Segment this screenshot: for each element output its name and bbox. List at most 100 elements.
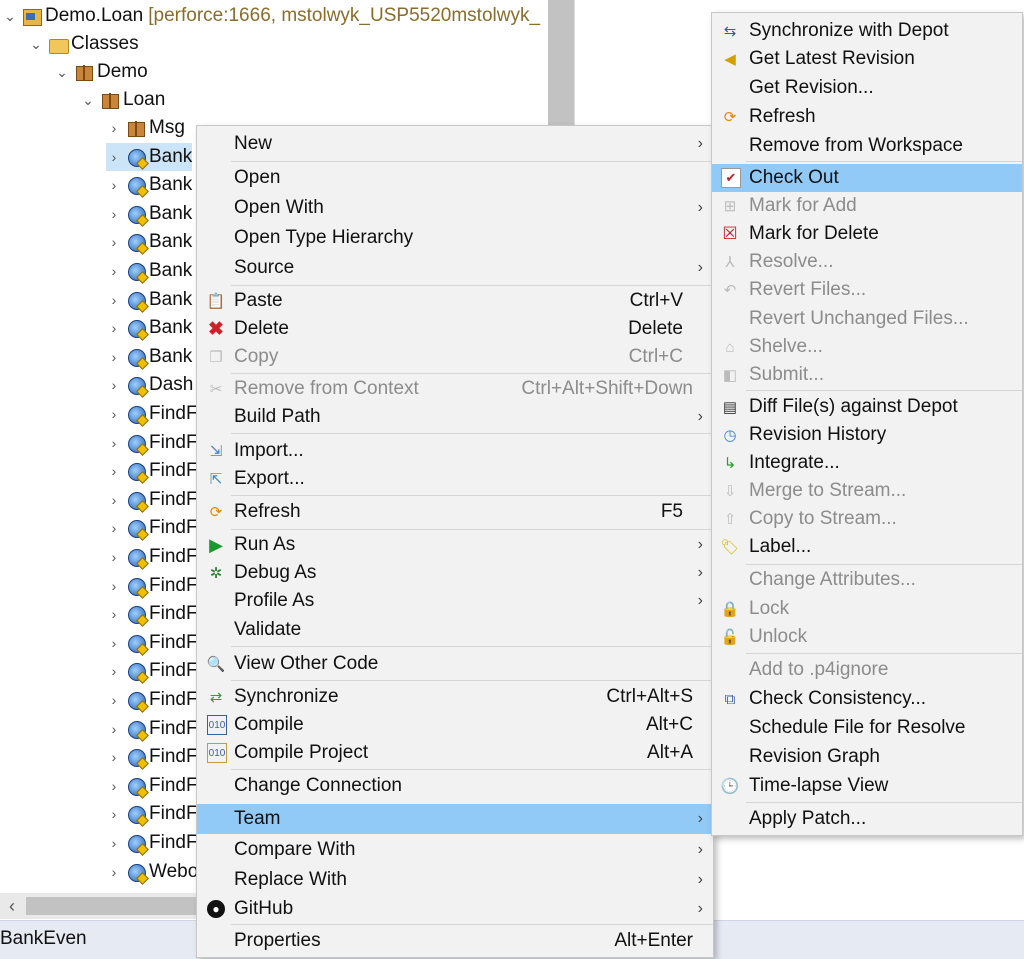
menu-item-mark-for-add[interactable]: ⊞ Mark for Add [712, 192, 1022, 220]
tree-item[interactable]: › FindF [106, 686, 198, 714]
tree-item[interactable]: › Dash [106, 371, 193, 399]
chevron-right-icon[interactable]: › [106, 492, 122, 508]
chevron-right-icon[interactable]: › [106, 263, 122, 279]
menu-item-schedule-file-for-resolve[interactable]: Schedule File for Resolve [712, 714, 1022, 742]
chevron-right-icon[interactable]: › [106, 549, 122, 565]
tree-item[interactable]: › FindF [106, 715, 198, 743]
tree-item[interactable]: › FindF [106, 743, 198, 771]
tree-item[interactable]: › FindF [106, 629, 198, 657]
tree-item[interactable]: › FindF [106, 429, 198, 457]
tree-item[interactable]: › Webo [106, 858, 198, 886]
menu-item-check-out[interactable]: ✔ Check Out [712, 164, 1022, 192]
chevron-down-icon[interactable]: ⌄ [2, 8, 18, 25]
tree-row-loan[interactable]: ⌄ Loan [80, 86, 165, 114]
menu-item-refresh[interactable]: ⟳ Refresh F5 [197, 497, 713, 527]
chevron-right-icon[interactable]: › [106, 606, 122, 622]
chevron-right-icon[interactable]: › [106, 435, 122, 451]
menu-item-revision-history[interactable]: ◷ Revision History [712, 421, 1022, 449]
menu-item-apply-patch[interactable]: Apply Patch... [712, 805, 1022, 833]
tree-item[interactable]: › FindF [106, 400, 198, 428]
menu-item-mark-for-delete[interactable]: ☒ Mark for Delete [712, 220, 1022, 248]
tree-item[interactable]: › FindF [106, 772, 198, 800]
chevron-right-icon[interactable]: › [106, 778, 122, 794]
chevron-right-icon[interactable]: › [106, 578, 122, 594]
chevron-right-icon[interactable]: › [106, 149, 122, 165]
menu-item-properties[interactable]: Properties Alt+Enter [197, 927, 713, 955]
menu-item-resolve[interactable]: ⅄ Resolve... [712, 248, 1022, 276]
menu-item-unlock[interactable]: 🔓 Unlock [712, 623, 1022, 651]
menu-item-check-consistency[interactable]: ⧉ Check Consistency... [712, 685, 1022, 713]
tree-row-project[interactable]: ⌄ Demo.Loan [perforce:1666, mstolwyk_USP… [2, 2, 540, 30]
tree-item[interactable]: › Bank [106, 171, 192, 199]
tree-item[interactable]: › FindF [106, 657, 198, 685]
tree-row-demo[interactable]: ⌄ Demo [54, 58, 148, 86]
chevron-right-icon[interactable]: › [106, 635, 122, 651]
menu-item-shelve[interactable]: ⌂ Shelve... [712, 333, 1022, 361]
tree-item[interactable]: › FindF [106, 486, 198, 514]
menu-item-source[interactable]: Source › [197, 253, 713, 283]
chevron-down-icon[interactable]: ⌄ [80, 92, 96, 109]
menu-item-revert-files[interactable]: ↶ Revert Files... [712, 276, 1022, 304]
menu-item-diff-against-depot[interactable]: ▤ Diff File(s) against Depot [712, 393, 1022, 421]
menu-item-add-to-p4ignore[interactable]: Add to .p4ignore [712, 656, 1022, 684]
tree-item[interactable]: › FindF [106, 514, 198, 542]
menu-item-import[interactable]: ⇲ Import... [197, 437, 713, 465]
menu-item-get-revision[interactable]: Get Revision... [712, 73, 1022, 102]
menu-item-remove-from-workspace[interactable]: Remove from Workspace [712, 131, 1022, 160]
tree-item[interactable]: › Bank [106, 314, 192, 342]
menu-item-remove-from-context[interactable]: ✂ Remove from Context Ctrl+Alt+Shift+Down [197, 375, 713, 403]
chevron-right-icon[interactable]: › [106, 177, 122, 193]
menu-item-refresh[interactable]: ⟳ Refresh [712, 102, 1022, 131]
menu-item-replace-with[interactable]: Replace With › [197, 865, 713, 895]
menu-item-integrate[interactable]: ↳ Integrate... [712, 449, 1022, 477]
menu-item-submit[interactable]: ◧ Submit... [712, 361, 1022, 389]
menu-item-export[interactable]: ⇱ Export... [197, 465, 713, 493]
tree-row-classes[interactable]: ⌄ Classes [28, 30, 139, 58]
tree-item[interactable]: › FindF [106, 800, 198, 828]
menu-item-paste[interactable]: 📋 Paste Ctrl+V [197, 287, 713, 315]
chevron-right-icon[interactable]: › [106, 806, 122, 822]
menu-item-copy[interactable]: ❐ Copy Ctrl+C [197, 343, 713, 371]
chevron-right-icon[interactable]: › [106, 520, 122, 536]
tree-item[interactable]: › Bank [106, 142, 193, 171]
chevron-down-icon[interactable]: ⌄ [54, 64, 70, 81]
tree-item[interactable]: › Bank [106, 257, 192, 285]
chevron-right-icon[interactable]: › [106, 349, 122, 365]
tree-item[interactable]: › FindF [106, 829, 198, 857]
chevron-right-icon[interactable]: › [106, 120, 122, 136]
menu-item-build-path[interactable]: Build Path › [197, 403, 713, 431]
menu-item-github[interactable]: ● GitHub › [197, 895, 713, 923]
menu-item-delete[interactable]: ✖ Delete Delete [197, 315, 713, 343]
chevron-right-icon[interactable]: › [106, 864, 122, 880]
menu-item-profile-as[interactable]: Profile As › [197, 587, 713, 615]
vertical-scrollbar-thumb[interactable] [548, 0, 574, 128]
menu-item-time-lapse-view[interactable]: 🕒 Time-lapse View [712, 772, 1022, 800]
chevron-right-icon[interactable]: › [106, 406, 122, 422]
chevron-down-icon[interactable]: ⌄ [28, 36, 44, 53]
tree-item[interactable]: › FindF [106, 572, 198, 600]
tree-item[interactable]: › Bank [106, 343, 192, 371]
menu-item-open-type-hierarchy[interactable]: Open Type Hierarchy [197, 223, 713, 253]
menu-item-get-latest-revision[interactable]: ◀ Get Latest Revision [712, 45, 1022, 73]
menu-item-view-other-code[interactable]: 🔍 View Other Code [197, 650, 713, 678]
menu-item-lock[interactable]: 🔒 Lock [712, 595, 1022, 623]
menu-item-compile[interactable]: 010 Compile Alt+C [197, 711, 713, 739]
menu-item-copy-to-stream[interactable]: ⇧ Copy to Stream... [712, 505, 1022, 533]
chevron-right-icon[interactable]: › [106, 206, 122, 222]
tree-item[interactable]: › FindF [106, 600, 198, 628]
tree-item[interactable]: › FindF [106, 543, 198, 571]
chevron-right-icon[interactable]: › [106, 292, 122, 308]
tree-item[interactable]: › Msg [106, 114, 185, 142]
menu-item-validate[interactable]: Validate [197, 616, 713, 644]
menu-item-compile-project[interactable]: 010 Compile Project Alt+A [197, 739, 713, 767]
menu-item-synchronize-with-depot[interactable]: ⇆ Synchronize with Depot [712, 16, 1022, 45]
scroll-left-arrow-icon[interactable]: ‹ [0, 893, 24, 919]
menu-item-compare-with[interactable]: Compare With › [197, 835, 713, 865]
menu-item-open-with[interactable]: Open With › [197, 193, 713, 223]
tree-item[interactable]: › Bank [106, 228, 192, 256]
chevron-right-icon[interactable]: › [106, 749, 122, 765]
chevron-right-icon[interactable]: › [106, 692, 122, 708]
menu-item-open[interactable]: Open [197, 163, 713, 193]
chevron-right-icon[interactable]: › [106, 721, 122, 737]
chevron-right-icon[interactable]: › [106, 835, 122, 851]
